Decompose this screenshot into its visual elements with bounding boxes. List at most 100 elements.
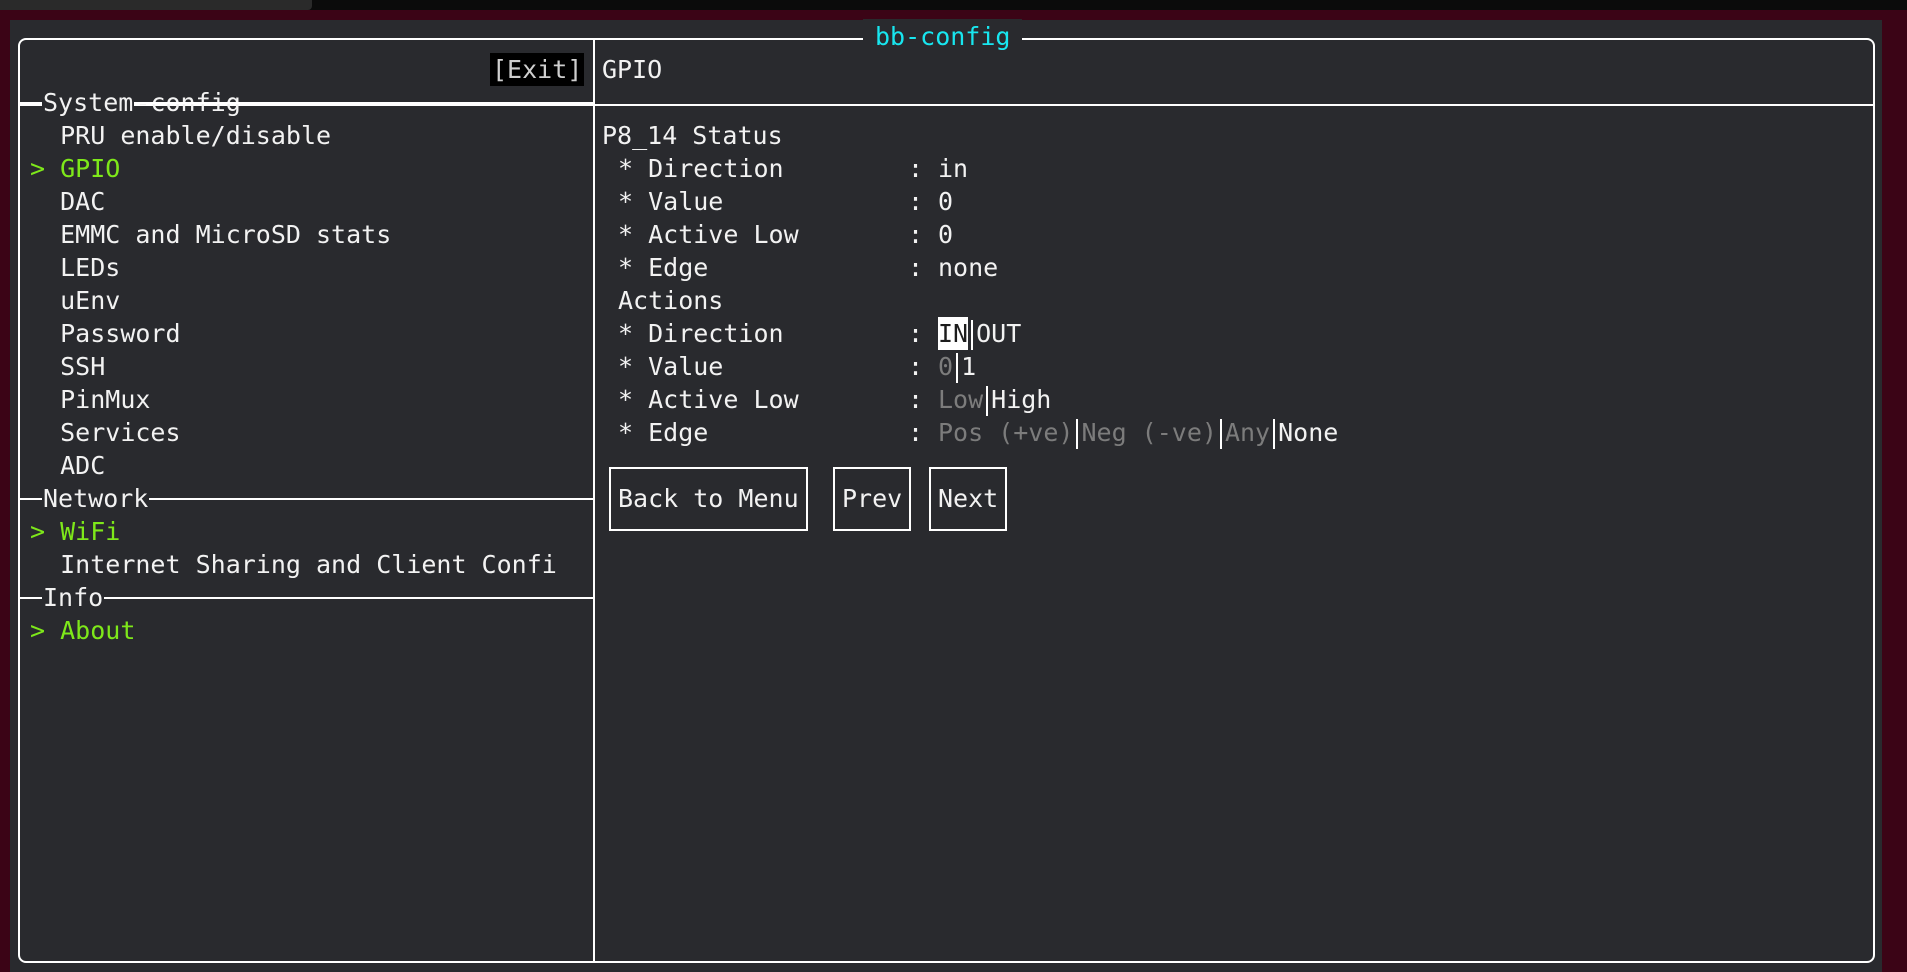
option-separator — [956, 353, 959, 383]
sidebar-header: ↑ bb-config — [30, 53, 241, 117]
status-value: 0 — [938, 187, 954, 216]
section-label: System — [42, 86, 135, 119]
action-colon: : — [908, 418, 924, 447]
action-toggle-group: 01 — [938, 350, 976, 383]
sidebar-item-label: Services — [60, 418, 181, 447]
option-none[interactable]: None — [1278, 416, 1338, 449]
chevron-right-icon: > — [30, 616, 46, 645]
section-header-network: Network — [20, 482, 593, 515]
option-separator — [986, 386, 989, 416]
sidebar-item-about[interactable]: > About — [30, 614, 135, 647]
action-toggle-group: IN OUT — [938, 317, 1021, 350]
prev-button[interactable]: Prev — [833, 467, 912, 531]
status-label: * Edge — [618, 253, 709, 282]
item-marker — [30, 385, 45, 414]
sidebar-item-dac[interactable]: DAC — [30, 185, 105, 218]
option-in[interactable]: IN — [938, 317, 969, 350]
status-colon: : — [908, 220, 924, 249]
host-window-topbar — [0, 0, 1907, 10]
section-header-system: System — [20, 86, 593, 119]
panel-divider — [593, 40, 595, 961]
item-marker — [30, 418, 45, 447]
status-label: * Direction — [618, 154, 784, 183]
status-value: in — [938, 154, 969, 183]
sidebar-item-label: uEnv — [60, 286, 121, 315]
section-label: Info — [42, 581, 105, 614]
sidebar-item-label: Password — [60, 319, 181, 348]
sidebar-item-adc[interactable]: ADC — [30, 449, 105, 482]
option-separator — [1076, 419, 1079, 449]
action-toggle-group: Pos (+ve) Neg (-ve) Any None — [938, 416, 1338, 449]
sidebar-item-ssh[interactable]: SSH — [30, 350, 105, 383]
sidebar-item-password[interactable]: Password — [30, 317, 181, 350]
item-marker — [30, 253, 45, 282]
actions-title: Actions — [618, 286, 724, 315]
sidebar-item-label: PinMux — [60, 385, 151, 414]
sidebar-item-wifi[interactable]: > WiFi — [30, 515, 120, 548]
section-label: Network — [42, 482, 150, 515]
status-label: * Value — [618, 187, 724, 216]
section-rule — [20, 597, 593, 599]
next-button[interactable]: Next — [929, 467, 1008, 531]
sidebar-item-label: EMMC and MicroSD stats — [60, 220, 392, 249]
item-marker — [30, 187, 45, 216]
option-pos-ve[interactable]: Pos (+ve) — [938, 416, 1073, 449]
option-low[interactable]: Low — [938, 383, 983, 416]
item-marker — [30, 121, 45, 150]
action-label: * Direction — [618, 319, 784, 348]
sidebar-item-pru-enable-disable[interactable]: PRU enable/disable — [30, 119, 331, 152]
option-separator — [1273, 419, 1276, 449]
action-label: * Edge — [618, 418, 709, 447]
sidebar-item-label: Internet Sharing and Client Confi — [60, 550, 557, 579]
option-1[interactable]: 1 — [961, 350, 976, 383]
section-header-info: Info — [20, 581, 593, 614]
option-separator — [1219, 419, 1222, 449]
host-tab-segment — [0, 0, 312, 10]
option-any[interactable]: Any — [1225, 416, 1270, 449]
sidebar-item-label: SSH — [60, 352, 106, 381]
sidebar-item-label: PRU enable/disable — [60, 121, 332, 150]
option-neg-ve[interactable]: Neg (-ve) — [1081, 416, 1216, 449]
exit-button[interactable]: [Exit] — [490, 53, 585, 86]
item-marker — [30, 286, 45, 315]
sidebar-item-label: WiFi — [60, 517, 121, 546]
option-out[interactable]: OUT — [976, 317, 1021, 350]
status-label: * Active Low — [618, 220, 799, 249]
back-to-menu-button[interactable]: Back to Menu — [609, 467, 808, 531]
status-colon: : — [908, 187, 924, 216]
action-label: * Value — [618, 352, 724, 381]
chevron-right-icon: > — [30, 154, 46, 183]
action-colon: : — [908, 352, 924, 381]
sidebar-item-emmc-and-microsd-stats[interactable]: EMMC and MicroSD stats — [30, 218, 391, 251]
sidebar-item-label: LEDs — [60, 253, 121, 282]
action-toggle-group: Low High — [938, 383, 1051, 416]
action-colon: : — [908, 319, 924, 348]
app-title: bb-config — [863, 19, 1023, 55]
option-separator — [971, 320, 974, 350]
chevron-right-icon: > — [30, 517, 46, 546]
sidebar-item-services[interactable]: Services — [30, 416, 181, 449]
action-label: * Active Low — [618, 385, 799, 414]
sidebar-item-label: GPIO — [60, 154, 121, 183]
item-marker — [30, 352, 45, 381]
status-value: 0 — [938, 220, 954, 249]
item-marker — [30, 220, 45, 249]
action-colon: : — [908, 385, 924, 414]
status-title: P8_14 Status — [602, 121, 783, 150]
status-value: none — [938, 253, 999, 282]
sidebar-item-pinmux[interactable]: PinMux — [30, 383, 150, 416]
item-marker — [30, 550, 45, 579]
page-title: GPIO — [602, 55, 663, 84]
sidebar-item-label: ADC — [60, 451, 106, 480]
sidebar-item-uenv[interactable]: uEnv — [30, 284, 120, 317]
option-high[interactable]: High — [991, 383, 1051, 416]
sidebar-item-label: About — [60, 616, 136, 645]
status-colon: : — [908, 253, 924, 282]
sidebar-item-leds[interactable]: LEDs — [30, 251, 120, 284]
sidebar-item-gpio[interactable]: > GPIO — [30, 152, 120, 185]
status-colon: : — [908, 154, 924, 183]
item-marker — [30, 451, 45, 480]
item-marker — [30, 319, 45, 348]
option-0[interactable]: 0 — [938, 350, 953, 383]
sidebar-item-internet-sharing-and-client-confi[interactable]: Internet Sharing and Client Confi — [30, 548, 557, 581]
